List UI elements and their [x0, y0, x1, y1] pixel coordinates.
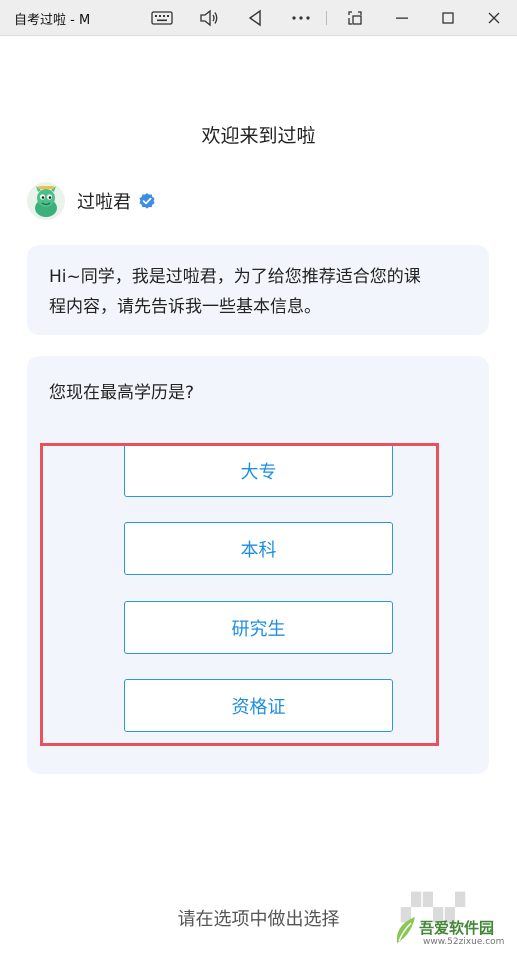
back-icon[interactable] — [242, 6, 268, 30]
maximize-icon[interactable] — [435, 6, 461, 30]
bot-avatar — [27, 182, 65, 220]
page-title: 欢迎来到过啦 — [201, 125, 316, 147]
bot-identity: 过啦君 — [27, 181, 156, 221]
close-icon[interactable] — [481, 6, 507, 30]
watermark: ▞▚▞ 吾爱软件园 www.52zixue.com — [379, 893, 509, 953]
app-title: 自考过啦 - M — [14, 13, 91, 28]
more-icon[interactable] — [288, 6, 314, 30]
question-text: 您现在最高学历是? — [49, 383, 195, 403]
message-line-2: 程内容，请先告诉我一些基本信息。 — [49, 297, 321, 317]
bot-name: 过啦君 — [77, 192, 131, 213]
option-button-zigezheng[interactable]: 资格证 — [124, 679, 393, 732]
option-button-benke[interactable]: 本科 — [124, 522, 393, 575]
screenshot-icon[interactable] — [342, 6, 368, 30]
watermark-site-name: 吾爱软件园 — [419, 919, 495, 937]
toolbar-divider — [326, 11, 327, 25]
minimize-icon[interactable] — [389, 6, 415, 30]
option-button-dazhuan[interactable]: 大专 — [124, 444, 393, 497]
volume-icon[interactable] — [196, 6, 222, 30]
watermark-url: www.52zixue.com — [423, 937, 505, 947]
verified-badge-icon — [139, 193, 155, 209]
bot-message-bubble: Hi~同学，我是过啦君，为了给您推荐适合您的课 程内容，请先告诉我一些基本信息。 — [27, 245, 489, 335]
message-line-1: Hi~同学，我是过啦君，为了给您推荐适合您的课 — [49, 267, 421, 287]
watermark-logo-icon — [396, 917, 415, 943]
option-button-yanjiusheng[interactable]: 研究生 — [124, 601, 393, 654]
title-bar: 自考过啦 - M — [0, 0, 517, 36]
keyboard-icon[interactable] — [149, 6, 175, 30]
